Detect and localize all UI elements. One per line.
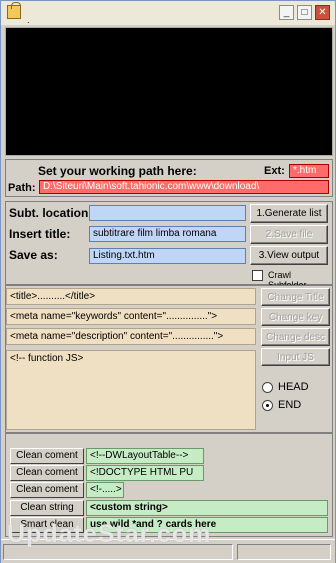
ext-label: Ext: bbox=[264, 165, 285, 177]
templates-panel: <title>..........</title> <meta name="ke… bbox=[5, 285, 333, 433]
subt-location-field[interactable] bbox=[89, 205, 246, 221]
subt-location-label: Subt. location bbox=[9, 206, 89, 220]
minimize-button[interactable]: _ bbox=[279, 5, 294, 20]
change-desc-button[interactable]: Change desc bbox=[261, 328, 330, 346]
custom-string-field[interactable]: <custom string> bbox=[86, 500, 328, 516]
path-panel: Set your working path here: Ext: *.htm P… bbox=[5, 159, 333, 197]
clean-string-button[interactable]: Clean string bbox=[10, 500, 84, 516]
clean-comment-field[interactable]: <!DOCTYPE HTML PU bbox=[86, 465, 204, 481]
meta-description-field[interactable]: <meta name="description" content="......… bbox=[6, 328, 256, 345]
window-title: . bbox=[27, 15, 30, 25]
insert-title-label: Insert title: bbox=[9, 227, 71, 241]
watermark: UpdateStar.com bbox=[7, 520, 212, 548]
input-js-button[interactable]: Input JS bbox=[261, 348, 330, 366]
function-js-area[interactable]: <!-- function JS> bbox=[6, 350, 256, 430]
app-window: . _ □ ✕ Set your working path here: Ext:… bbox=[0, 0, 336, 563]
generate-list-button[interactable]: 1.Generate list bbox=[250, 204, 328, 223]
title-tag-field[interactable]: <title>..........</title> bbox=[6, 288, 256, 305]
clean-comment-button[interactable]: Clean coment bbox=[10, 482, 84, 498]
clean-comment-button[interactable]: Clean coment bbox=[10, 448, 84, 464]
path-field[interactable]: D:\Siteuri\Main\soft.tahionic.com\www\do… bbox=[39, 180, 329, 194]
title-bar: . _ □ ✕ bbox=[1, 1, 335, 25]
preview-area bbox=[5, 27, 333, 156]
app-icon bbox=[7, 2, 21, 19]
clean-comment-field[interactable]: <!-.....> bbox=[86, 482, 124, 498]
save-file-button[interactable]: 2.Save file bbox=[250, 225, 328, 244]
head-radio-label: HEAD bbox=[278, 381, 309, 393]
head-radio[interactable] bbox=[262, 382, 273, 393]
controls-panel: Subt. location Insert title: subtitrare … bbox=[5, 201, 333, 290]
path-heading: Set your working path here: bbox=[38, 164, 197, 178]
end-radio-label: END bbox=[278, 399, 302, 411]
maximize-button[interactable]: □ bbox=[297, 5, 312, 20]
save-as-label: Save as: bbox=[9, 248, 58, 262]
view-output-button[interactable]: 3.View output bbox=[250, 246, 328, 265]
meta-keywords-field[interactable]: <meta name="keywords" content=".........… bbox=[6, 308, 256, 325]
ext-field[interactable]: *.htm bbox=[289, 164, 329, 178]
change-title-button[interactable]: Change Title bbox=[261, 288, 330, 306]
insert-title-field[interactable]: subtitrare film limba romana bbox=[89, 226, 246, 242]
status-segment bbox=[237, 544, 331, 560]
crawl-subfolder-checkbox[interactable] bbox=[252, 270, 263, 281]
clean-comment-button[interactable]: Clean coment bbox=[10, 465, 84, 481]
close-button[interactable]: ✕ bbox=[315, 5, 330, 20]
save-as-field[interactable]: Listing.txt.htm bbox=[89, 248, 246, 264]
path-label: Path: bbox=[8, 182, 36, 194]
clean-comment-field[interactable]: <!--DWLayoutTable--> bbox=[86, 448, 204, 464]
end-radio[interactable] bbox=[262, 400, 273, 411]
change-key-button[interactable]: Change key bbox=[261, 308, 330, 326]
